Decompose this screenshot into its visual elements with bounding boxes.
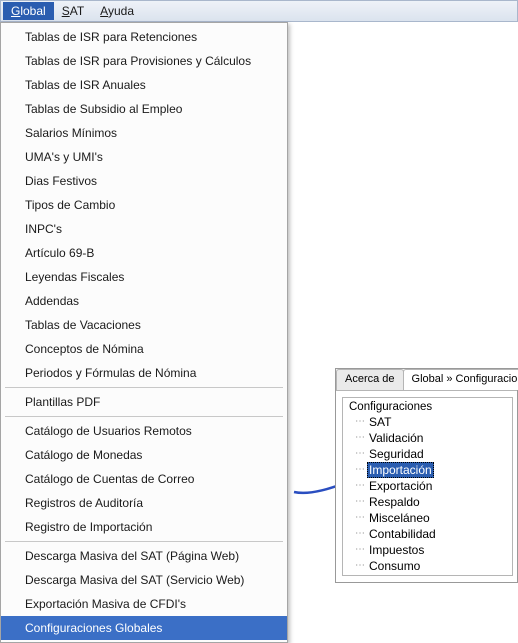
tree-branch-icon: ⋯ xyxy=(355,478,365,494)
tab-bar: Acerca deGlobal » Configuraciones xyxy=(336,369,517,391)
tree-branch-icon: ⋯ xyxy=(355,526,365,542)
tree-view: Configuraciones ⋯SAT⋯Validación⋯Segurida… xyxy=(342,397,513,576)
menu-item[interactable]: Descarga Masiva del SAT (Servicio Web) xyxy=(1,568,287,592)
tree-node-label: Seguridad xyxy=(367,446,426,462)
menu-item[interactable]: Catálogo de Usuarios Remotos xyxy=(1,419,287,443)
menu-item[interactable]: UMA's y UMI's xyxy=(1,145,287,169)
tree-branch-icon: ⋯ xyxy=(355,446,365,462)
tree-node-label: SAT xyxy=(367,414,393,430)
tree-node-label: Respaldo xyxy=(367,494,422,510)
tree-node-label: Contabilidad xyxy=(367,526,438,542)
menu-item[interactable]: Tablas de Vacaciones xyxy=(1,313,287,337)
menu-separator xyxy=(5,416,283,417)
tree-node-label: Exportación xyxy=(367,478,434,494)
menu-item[interactable]: Leyendas Fiscales xyxy=(1,265,287,289)
menu-item[interactable]: Tablas de ISR para Provisiones y Cálculo… xyxy=(1,49,287,73)
menu-item[interactable]: Salarios Mínimos xyxy=(1,121,287,145)
tree-root[interactable]: Configuraciones xyxy=(347,400,508,414)
tree-branch-icon: ⋯ xyxy=(355,558,365,574)
menu-item[interactable]: Addendas xyxy=(1,289,287,313)
tree-node[interactable]: ⋯Respaldo xyxy=(355,494,508,510)
tab[interactable]: Global » Configuraciones xyxy=(403,369,518,390)
menu-item[interactable]: Descarga Masiva del SAT (Página Web) xyxy=(1,544,287,568)
tree-node[interactable]: ⋯Seguridad xyxy=(355,446,508,462)
menu-item[interactable]: Catálogo de Monedas xyxy=(1,443,287,467)
menu-separator xyxy=(5,387,283,388)
menu-item[interactable]: Registro de Importación xyxy=(1,515,287,539)
tree-node-label: Impuestos xyxy=(367,542,426,558)
menubar-item-ayuda[interactable]: Ayuda xyxy=(92,2,142,20)
tree-node-label: Misceláneo xyxy=(367,510,432,526)
tab[interactable]: Acerca de xyxy=(336,369,404,390)
menu-item[interactable]: INPC's xyxy=(1,217,287,241)
tree-node[interactable]: ⋯Impuestos xyxy=(355,542,508,558)
tree-node[interactable]: ⋯Contabilidad xyxy=(355,526,508,542)
menu-item[interactable]: Conceptos de Nómina xyxy=(1,337,287,361)
tree-node-label: Consumo xyxy=(367,558,422,574)
menu-item[interactable]: Periodos y Fórmulas de Nómina xyxy=(1,361,287,385)
tree-node-label: Importación xyxy=(367,462,434,478)
tree-branch-icon: ⋯ xyxy=(355,542,365,558)
config-panel: Acerca deGlobal » Configuraciones Config… xyxy=(335,368,518,583)
menu-item[interactable]: Exportación Masiva de CFDI's xyxy=(1,592,287,616)
menubar-item-sat[interactable]: SAT xyxy=(54,2,92,20)
tree-node[interactable]: ⋯Validación xyxy=(355,430,508,446)
tree-branch-icon: ⋯ xyxy=(355,430,365,446)
tree-node[interactable]: ⋯SAT xyxy=(355,414,508,430)
tree-branch-icon: ⋯ xyxy=(355,414,365,430)
tree-node[interactable]: ⋯Misceláneo xyxy=(355,510,508,526)
tree-branch-icon: ⋯ xyxy=(355,510,365,526)
menu-item[interactable]: Tipos de Cambio xyxy=(1,193,287,217)
menu-item[interactable]: Artículo 69-B xyxy=(1,241,287,265)
tree-node[interactable]: ⋯Importación xyxy=(355,462,508,478)
tree-children: ⋯SAT⋯Validación⋯Seguridad⋯Importación⋯Ex… xyxy=(355,414,508,574)
menu-item[interactable]: Configuraciones Globales xyxy=(1,616,287,640)
menu-item[interactable]: Tablas de ISR Anuales xyxy=(1,73,287,97)
tree-node[interactable]: ⋯Consumo xyxy=(355,558,508,574)
menu-item[interactable]: Tablas de Subsidio al Empleo xyxy=(1,97,287,121)
tree-node-label: Validación xyxy=(367,430,425,446)
tree-branch-icon: ⋯ xyxy=(355,494,365,510)
tree-node[interactable]: ⋯Exportación xyxy=(355,478,508,494)
menu-item[interactable]: Tablas de ISR para Retenciones xyxy=(1,25,287,49)
menubar-item-global[interactable]: Global xyxy=(3,2,54,20)
menu-item[interactable]: Plantillas PDF xyxy=(1,390,287,414)
menubar: GlobalSATAyuda xyxy=(0,0,518,22)
menu-item[interactable]: Registros de Auditoría xyxy=(1,491,287,515)
menu-separator xyxy=(5,541,283,542)
menu-item[interactable]: Catálogo de Cuentas de Correo xyxy=(1,467,287,491)
global-dropdown-menu: Tablas de ISR para RetencionesTablas de … xyxy=(0,22,288,643)
tree-branch-icon: ⋯ xyxy=(355,462,365,478)
menu-item[interactable]: Dias Festivos xyxy=(1,169,287,193)
